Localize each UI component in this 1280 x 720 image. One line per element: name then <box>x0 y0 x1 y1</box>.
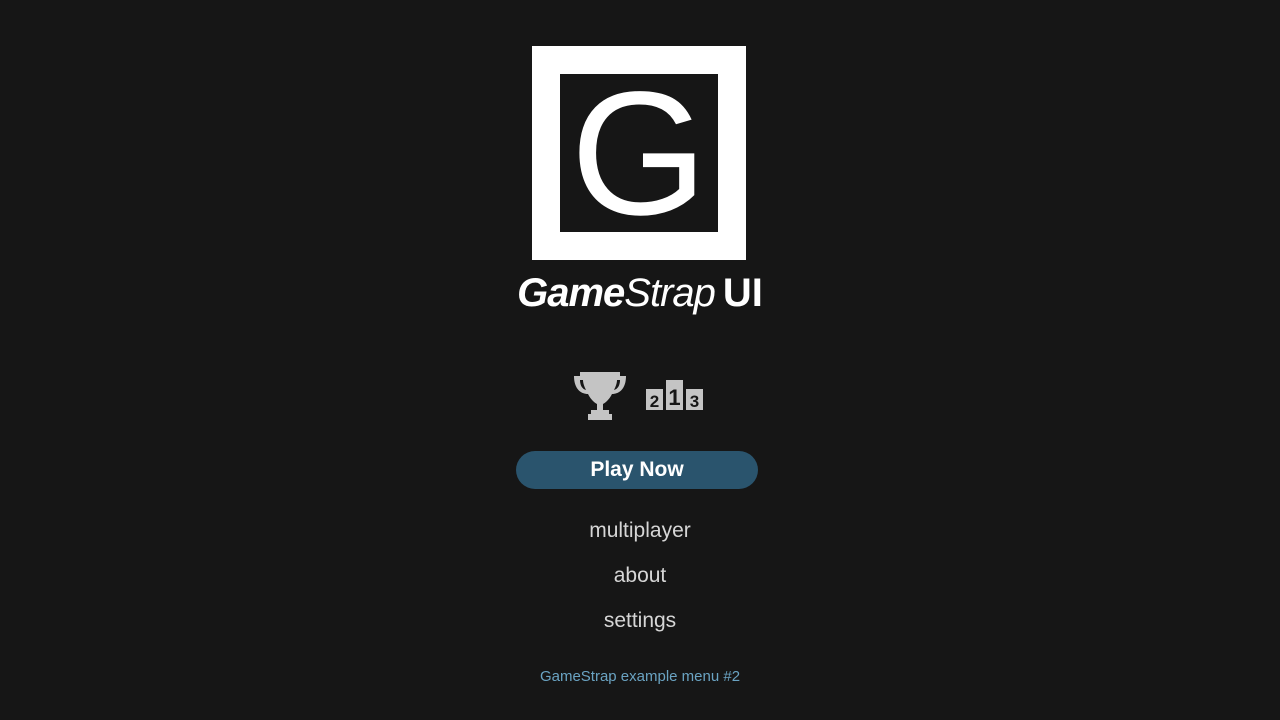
settings-link[interactable]: settings <box>0 607 1280 635</box>
podium-digit-third: 3 <box>690 392 699 411</box>
main-menu-screen: G GameStrap UI 2 1 3 Play Now multiplayer… <box>0 0 1280 720</box>
logo-inner-square: G <box>560 74 718 232</box>
brand-title-ui: UI <box>722 271 763 315</box>
podium-digit-first: 1 <box>668 385 680 410</box>
gamestrap-logo: G <box>532 46 746 260</box>
podium-digit-second: 2 <box>650 392 659 411</box>
leaderboard-podium-icon[interactable]: 2 1 3 <box>644 378 706 412</box>
brand-title: GameStrap UI <box>0 270 1280 316</box>
multiplayer-link[interactable]: multiplayer <box>0 517 1280 545</box>
trophy-icon[interactable] <box>572 370 628 422</box>
logo-g-letter-icon: G <box>571 74 708 232</box>
logo-letter: G <box>571 74 708 232</box>
about-link[interactable]: about <box>0 562 1280 590</box>
footer-caption: GameStrap example menu #2 <box>539 668 741 685</box>
brand-title-strap: Strap <box>624 271 716 315</box>
play-now-button[interactable]: Play Now <box>516 451 758 489</box>
brand-title-game: Game <box>517 271 625 315</box>
